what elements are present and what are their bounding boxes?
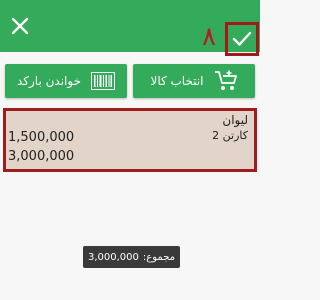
top-bar: ۸ bbox=[0, 0, 260, 56]
cart-add-icon bbox=[214, 70, 237, 90]
select-product-label: انتخاب کالا bbox=[150, 74, 204, 88]
close-button[interactable] bbox=[4, 8, 36, 44]
close-icon bbox=[11, 17, 29, 35]
item-total-price: 3,000,000 bbox=[8, 149, 75, 164]
barcode-icon bbox=[91, 72, 116, 90]
scan-barcode-label: خواندن بارکد bbox=[16, 74, 82, 88]
total-toast: مجموع: 3,000,000 bbox=[83, 246, 180, 268]
item-quantity: 2 کارتن bbox=[212, 129, 248, 142]
step-number-annotation: ۸ bbox=[202, 22, 216, 52]
scan-barcode-button[interactable]: خواندن بارکد bbox=[5, 64, 127, 98]
item-name: ليوان bbox=[222, 113, 248, 127]
total-label: مجموع: bbox=[142, 251, 176, 263]
total-value: 3,000,000 bbox=[88, 251, 139, 263]
item-unit-price: 1,500,000 bbox=[8, 130, 75, 145]
checkmark-icon bbox=[232, 31, 252, 46]
confirm-button[interactable] bbox=[225, 22, 259, 56]
order-item-row[interactable]: ليوان 2 کارتن 1,500,000 3,000,000 bbox=[3, 108, 257, 172]
select-product-button[interactable]: انتخاب کالا bbox=[133, 64, 255, 98]
